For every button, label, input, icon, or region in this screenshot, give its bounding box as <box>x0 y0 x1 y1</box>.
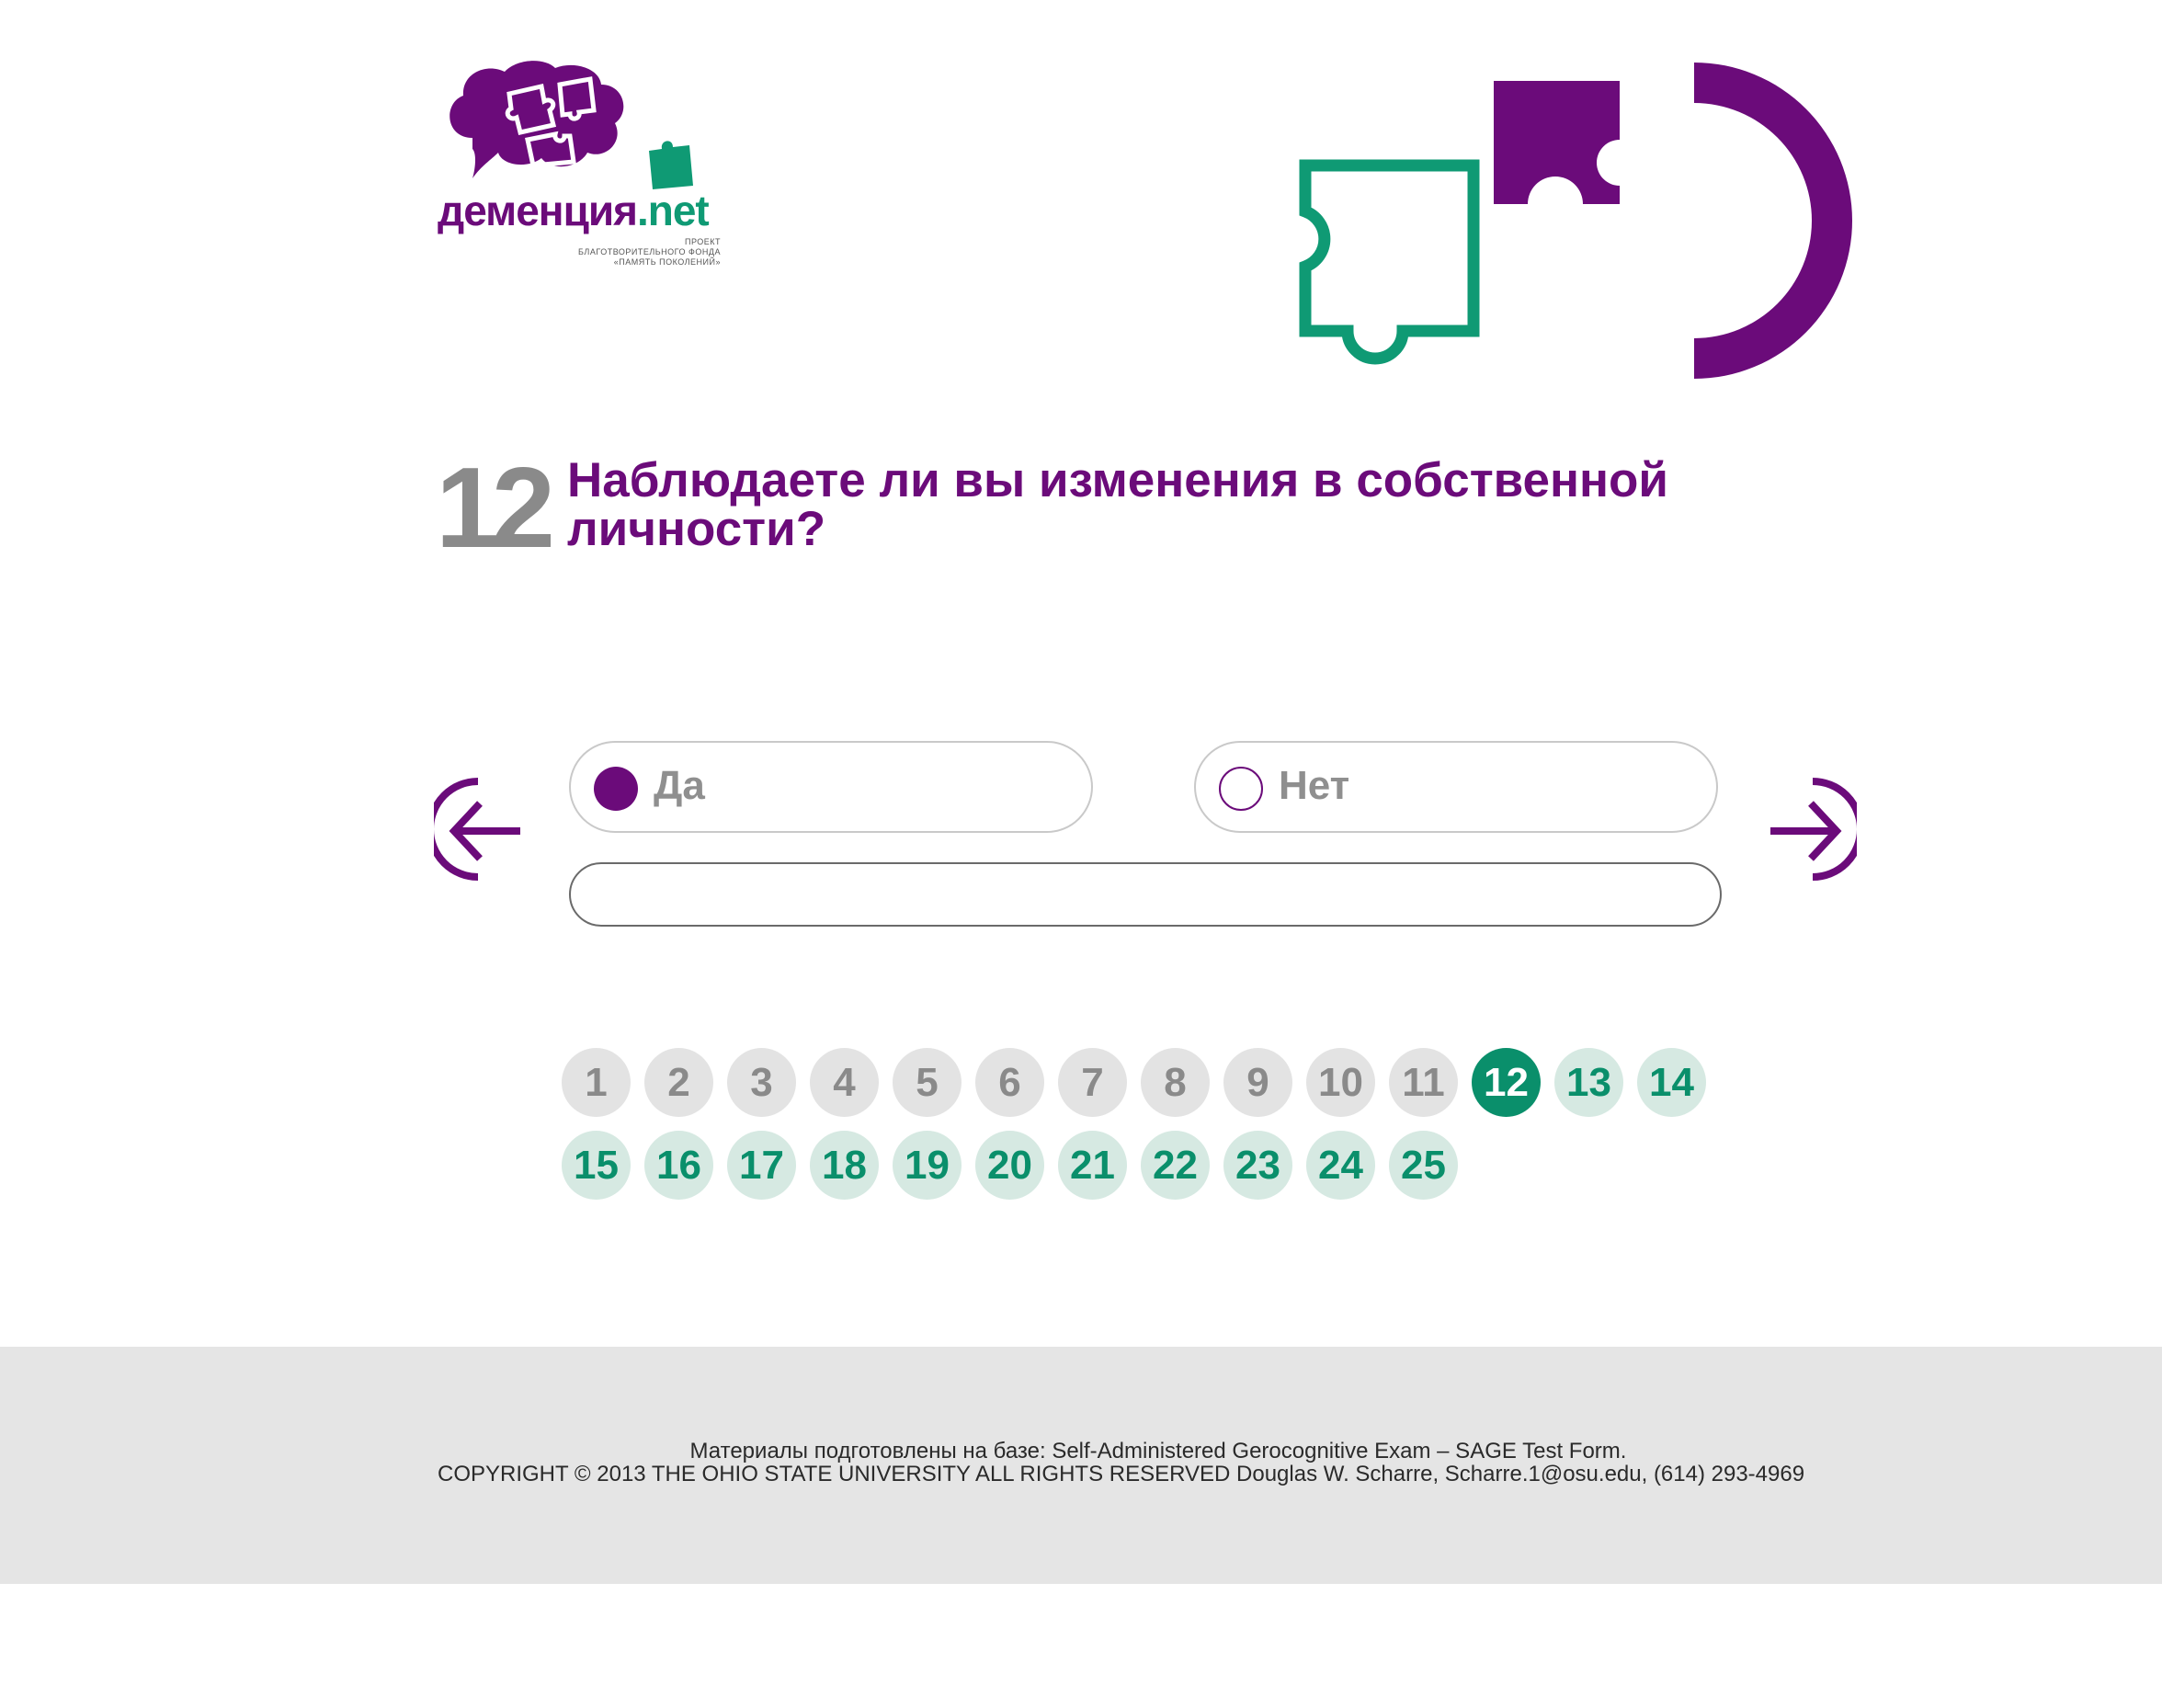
page-button-25[interactable]: 25 <box>1389 1131 1458 1200</box>
question-number: 12 <box>436 445 555 572</box>
page-button-24[interactable]: 24 <box>1306 1131 1375 1200</box>
page-button-12[interactable]: 12 <box>1472 1048 1541 1117</box>
page-button-21[interactable]: 21 <box>1058 1131 1127 1200</box>
radio-selected[interactable] <box>594 767 638 811</box>
prev-button[interactable] <box>427 776 526 886</box>
brain-puzzle-icon <box>449 61 693 189</box>
question-text: Наблюдаете ли вы изменения в собственной… <box>567 453 1668 556</box>
site-logo[interactable]: деменция.net ПРОЕКТ БЛАГОТВОРИТЕЛЬНОГО Ф… <box>436 57 721 278</box>
option-no-label: Нет <box>1279 763 1350 808</box>
next-button[interactable] <box>1765 776 1864 886</box>
footer-materials-note: Материалы подготовлены на базе: Self-Adm… <box>689 1439 1627 1463</box>
radio-unselected[interactable] <box>1219 767 1263 811</box>
page-button-18[interactable]: 18 <box>810 1131 879 1200</box>
page-button-8[interactable]: 8 <box>1141 1048 1210 1117</box>
decorative-shapes <box>1296 55 1866 386</box>
page-button-19[interactable]: 19 <box>893 1131 962 1200</box>
purple-half-ring <box>1694 63 1852 379</box>
page-button-2[interactable]: 2 <box>644 1048 713 1117</box>
page-button-16[interactable]: 16 <box>644 1131 713 1200</box>
page-button-3[interactable]: 3 <box>727 1048 796 1117</box>
page-button-5[interactable]: 5 <box>893 1048 962 1117</box>
answer-input[interactable] <box>569 862 1722 927</box>
page-button-15[interactable]: 15 <box>562 1131 631 1200</box>
page-button-17[interactable]: 17 <box>727 1131 796 1200</box>
page-button-10[interactable]: 10 <box>1306 1048 1375 1117</box>
green-puzzle-outline <box>1299 159 1480 365</box>
option-yes-label: Да <box>654 763 705 808</box>
arrow-right-icon <box>1770 778 1864 881</box>
page-button-6[interactable]: 6 <box>975 1048 1044 1117</box>
purple-puzzle-piece <box>1494 81 1620 204</box>
page-button-4[interactable]: 4 <box>810 1048 879 1117</box>
logo-subtitle: ПРОЕКТ БЛАГОТВОРИТЕЛЬНОГО ФОНДА «ПАМЯТЬ … <box>578 237 721 267</box>
page-button-13[interactable]: 13 <box>1554 1048 1623 1117</box>
page-button-11[interactable]: 11 <box>1389 1048 1458 1117</box>
page-button-20[interactable]: 20 <box>975 1131 1044 1200</box>
page-button-23[interactable]: 23 <box>1223 1131 1292 1200</box>
option-yes[interactable]: Да <box>569 741 1093 833</box>
page-button-9[interactable]: 9 <box>1223 1048 1292 1117</box>
arrow-left-icon <box>427 778 520 881</box>
page-button-7[interactable]: 7 <box>1058 1048 1127 1117</box>
footer-copyright: COPYRIGHT © 2013 THE OHIO STATE UNIVERSI… <box>438 1462 1805 1486</box>
page-button-14[interactable]: 14 <box>1637 1048 1706 1117</box>
option-no[interactable]: Нет <box>1194 741 1718 833</box>
page-button-1[interactable]: 1 <box>562 1048 631 1117</box>
page-button-22[interactable]: 22 <box>1141 1131 1210 1200</box>
footer: Материалы подготовлены на базе: Self-Adm… <box>0 1347 2162 1584</box>
logo-wordmark: деменция.net <box>438 187 710 234</box>
